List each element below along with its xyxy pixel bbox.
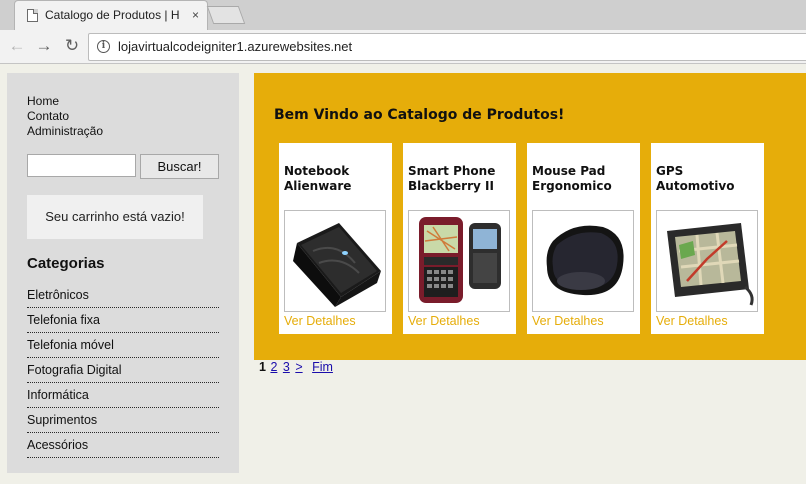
product-name: Mouse Pad Ergonomico bbox=[532, 164, 612, 193]
back-icon[interactable]: ← bbox=[6, 35, 28, 57]
product-name: Notebook Alienware bbox=[284, 164, 352, 193]
cart-status: Seu carrinho está vazio! bbox=[27, 195, 203, 239]
product-card: Notebook Alienware Ver Detalhes bbox=[279, 143, 392, 334]
current-page: 1 bbox=[259, 360, 266, 374]
product-name: Smart Phone Blackberry II bbox=[408, 164, 496, 193]
top-nav: Home Contato Administração bbox=[27, 94, 103, 139]
gps-image bbox=[667, 223, 754, 306]
next-page-link[interactable]: > bbox=[295, 360, 302, 374]
category-item[interactable]: Fotografia Digital bbox=[27, 359, 219, 383]
search-button[interactable]: Buscar! bbox=[140, 154, 219, 179]
tab-title: Catalogo de Produtos | H bbox=[45, 8, 180, 22]
browser-tabstrip: Catalogo de Produtos | H × bbox=[0, 0, 806, 31]
welcome-heading: Bem Vindo ao Catalogo de Produtos! bbox=[274, 107, 565, 123]
product-showcase: Bem Vindo ao Catalogo de Produtos! Noteb… bbox=[254, 73, 806, 360]
category-item[interactable]: Acessórios bbox=[27, 434, 219, 458]
categories-heading: Categorias bbox=[27, 255, 105, 272]
page-icon bbox=[27, 9, 38, 22]
category-item[interactable]: Informática bbox=[27, 384, 219, 408]
browser-tab[interactable]: Catalogo de Produtos | H × bbox=[14, 0, 208, 31]
page-link[interactable]: 3 bbox=[283, 360, 290, 374]
forward-icon[interactable]: → bbox=[33, 35, 55, 57]
sidebar: Home Contato Administração Buscar! Seu c… bbox=[7, 73, 239, 473]
phones-image bbox=[419, 217, 501, 303]
nav-administracao-link[interactable]: Administração bbox=[27, 124, 103, 139]
product-card: Mouse Pad Ergonomico Ver Detalhes bbox=[527, 143, 640, 334]
product-image-link[interactable] bbox=[284, 210, 386, 312]
mousepad-image bbox=[546, 225, 624, 296]
product-card: Smart Phone Blackberry II Ver Detalhes bbox=[403, 143, 516, 334]
info-icon[interactable]: i bbox=[97, 40, 110, 53]
product-image-link[interactable] bbox=[656, 210, 758, 312]
product-name: GPS Automotivo bbox=[656, 164, 735, 193]
new-tab-button[interactable] bbox=[206, 6, 246, 24]
laptop-image bbox=[293, 223, 381, 307]
last-page-link[interactable]: Fim bbox=[312, 360, 333, 374]
categories-list: Eletrônicos Telefonia fixa Telefonia móv… bbox=[27, 284, 219, 459]
nav-home-link[interactable]: Home bbox=[27, 94, 103, 109]
view-details-link[interactable]: Ver Detalhes bbox=[656, 314, 728, 328]
product-card: GPS Automotivo Ver Detalhes bbox=[651, 143, 764, 334]
view-details-link[interactable]: Ver Detalhes bbox=[532, 314, 604, 328]
view-details-link[interactable]: Ver Detalhes bbox=[408, 314, 480, 328]
address-bar[interactable]: i lojavirtualcodeigniter1.azurewebsites.… bbox=[88, 33, 806, 61]
product-image-link[interactable] bbox=[532, 210, 634, 312]
pagination: 1 2 3 > Fim bbox=[259, 360, 335, 374]
browser-toolbar: ← → ↻ i lojavirtualcodeigniter1.azureweb… bbox=[0, 30, 806, 64]
reload-icon[interactable]: ↻ bbox=[61, 35, 83, 57]
view-details-link[interactable]: Ver Detalhes bbox=[284, 314, 356, 328]
page-link[interactable]: 2 bbox=[270, 360, 277, 374]
tab-close-icon[interactable]: × bbox=[192, 8, 199, 22]
search-input[interactable] bbox=[27, 154, 136, 177]
category-item[interactable]: Eletrônicos bbox=[27, 284, 219, 308]
category-item[interactable]: Suprimentos bbox=[27, 409, 219, 433]
nav-contato-link[interactable]: Contato bbox=[27, 109, 103, 124]
category-item[interactable]: Telefonia fixa bbox=[27, 309, 219, 333]
category-item[interactable]: Telefonia móvel bbox=[27, 334, 219, 358]
product-image-link[interactable] bbox=[408, 210, 510, 312]
url-text[interactable]: lojavirtualcodeigniter1.azurewebsites.ne… bbox=[118, 39, 352, 54]
